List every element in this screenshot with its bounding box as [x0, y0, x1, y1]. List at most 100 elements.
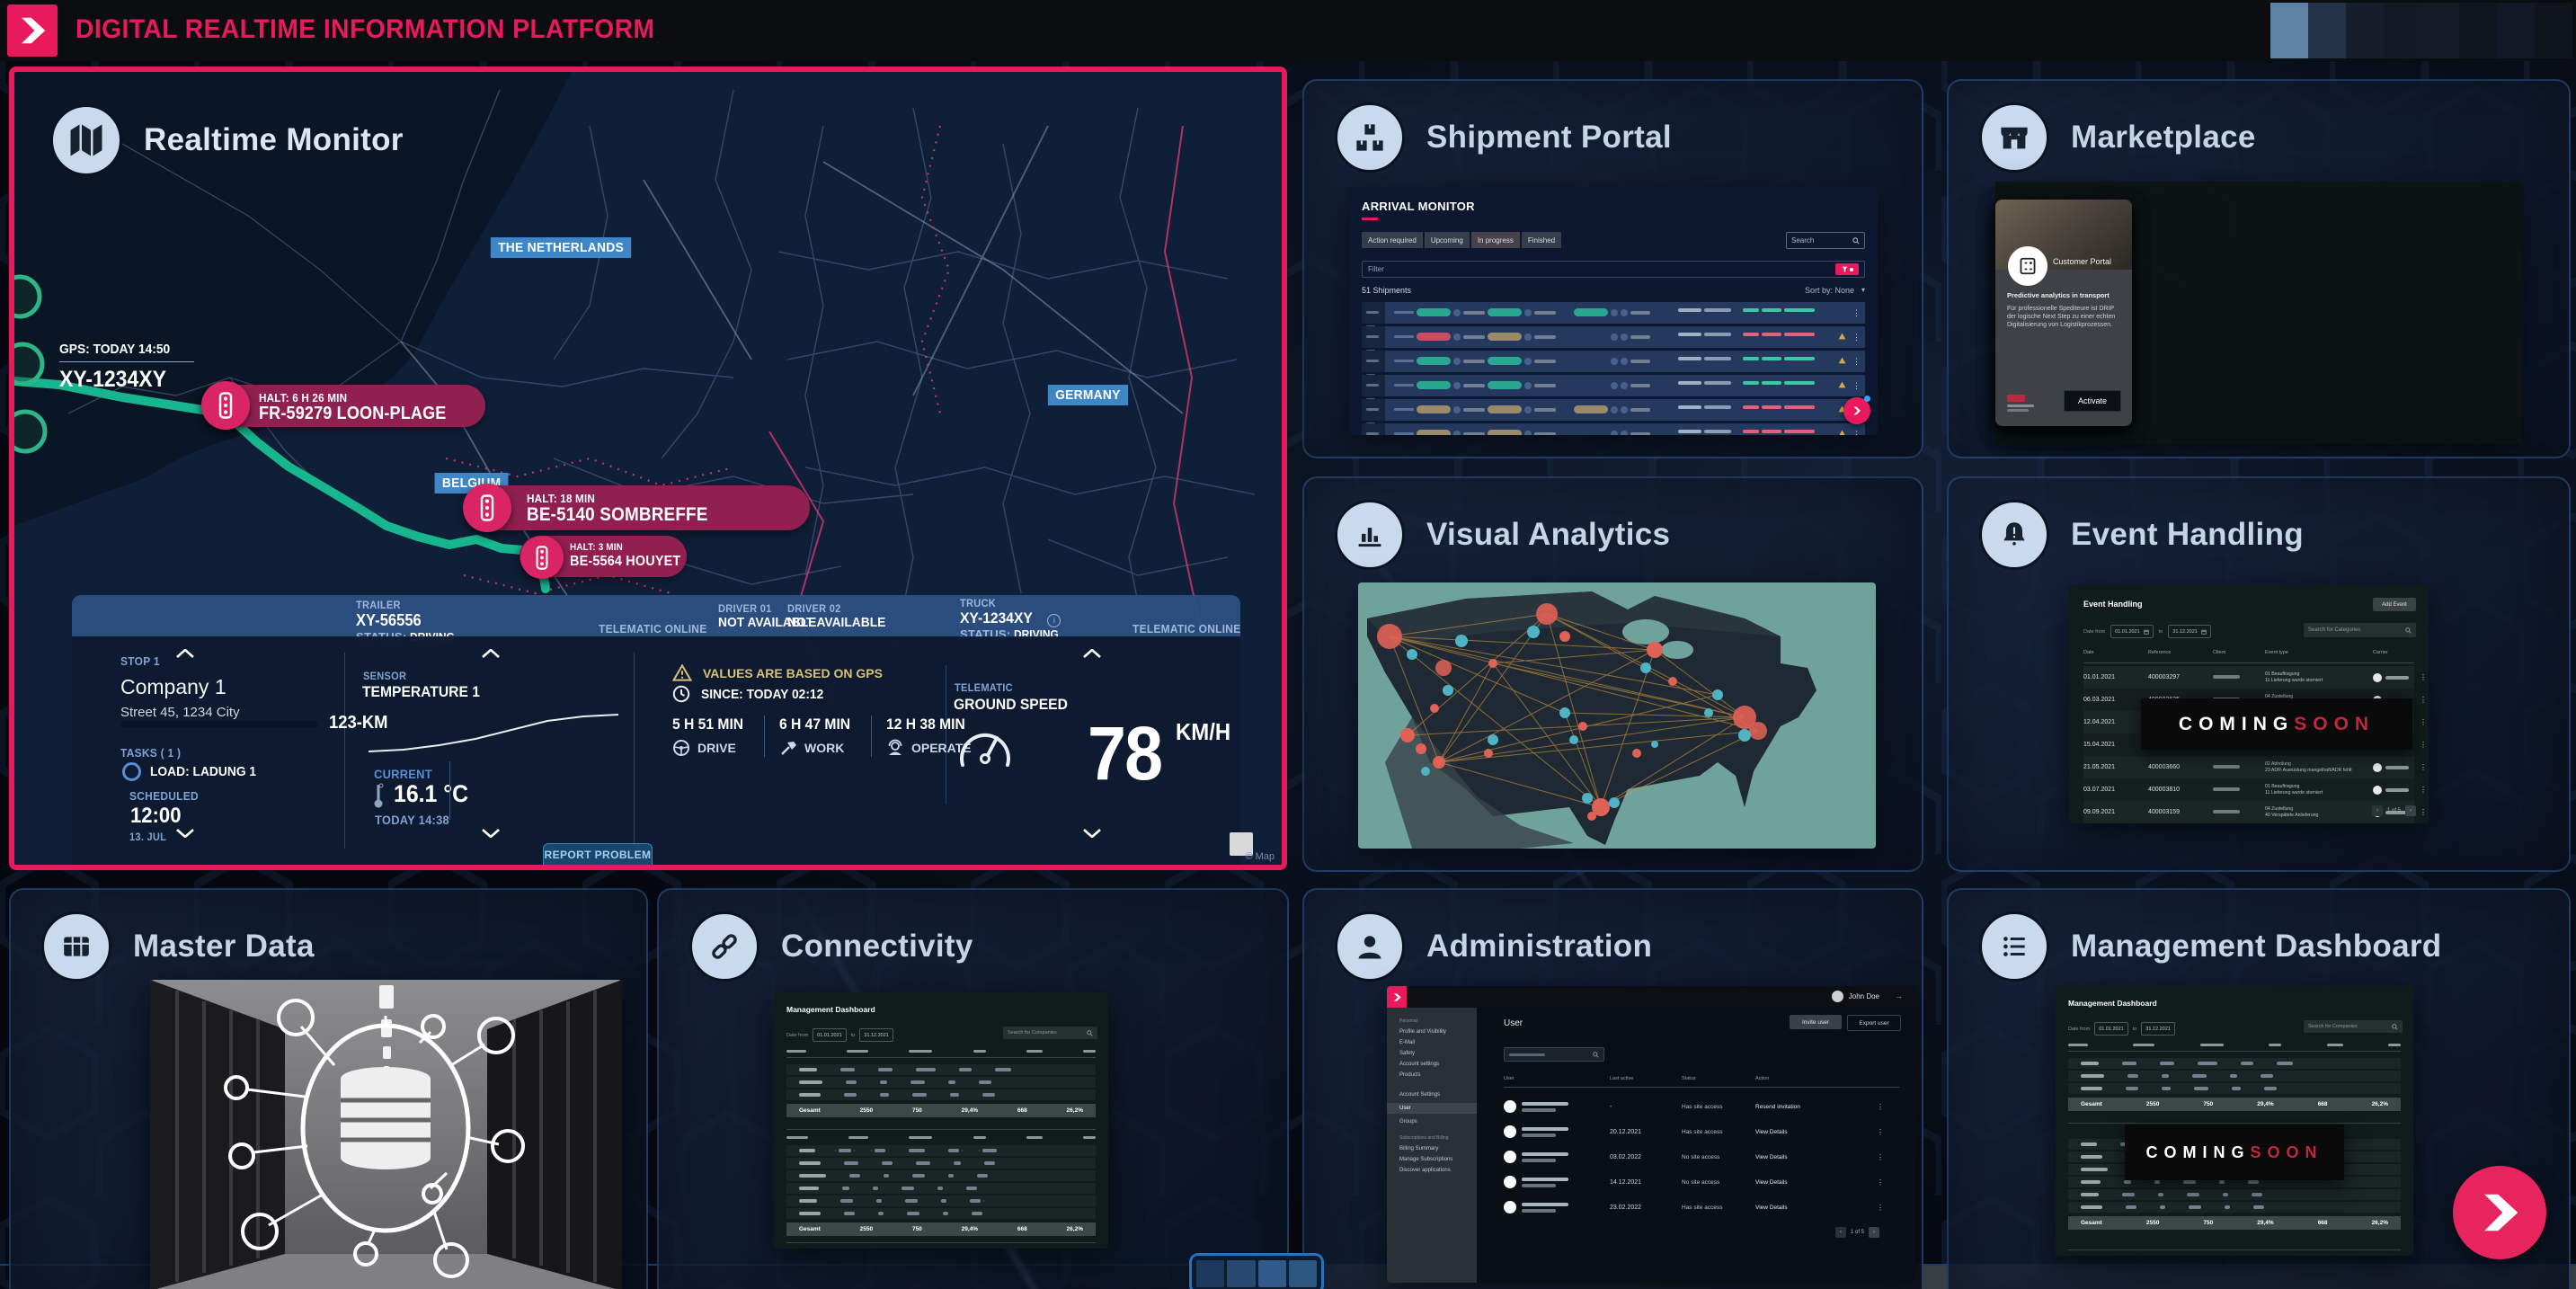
task-row: LOAD: LADUNG 1 — [122, 762, 265, 781]
dock-segment — [1258, 1260, 1286, 1287]
tasks-label: TASKS ( 1 ) — [120, 746, 181, 760]
search-icon — [1593, 1052, 1599, 1058]
chevron-down-icon[interactable] — [1083, 829, 1101, 838]
temperature-chart — [363, 705, 624, 759]
kebab-icon: ⋮ — [2420, 808, 2427, 816]
halt-marker[interactable]: HALT: 18 MIN BE-5140 SOMBREFFE — [464, 485, 810, 530]
checklist-icon — [1979, 911, 2049, 982]
next-page-icon: › — [2405, 805, 2416, 816]
sort-caret-icon: ▾ — [1861, 286, 1865, 294]
event-row: 01.01.2021 400003297 01 Beauftragung 11 … — [2083, 666, 2414, 689]
telematic-status: TELEMATIC ONLINE — [1133, 622, 1240, 636]
telematic-label: TELEMATIC — [955, 681, 1013, 694]
chevron-up-icon[interactable] — [482, 649, 500, 658]
search-icon — [1852, 237, 1860, 244]
company-search: Search for Companies — [2304, 1020, 2403, 1033]
admin-row: 23.02.2022 Has site access View Details … — [1504, 1195, 1899, 1220]
brand-fab[interactable] — [2453, 1166, 2546, 1259]
grid-icon — [41, 911, 111, 982]
distance-progress — [120, 721, 318, 727]
event-screenshot: Event Handling Add Event Date from 01.01… — [2069, 585, 2429, 823]
tile-title: Connectivity — [781, 929, 973, 965]
storefront-icon — [1979, 102, 2049, 173]
dock[interactable] — [1189, 1253, 1324, 1289]
sort-by: Sort by: None — [1805, 286, 1854, 295]
warning-icon — [1838, 357, 1846, 364]
sidebar-item: Safety — [1399, 1051, 1477, 1056]
vehicle-cluster-markers — [14, 277, 45, 451]
bar-chart-icon — [1335, 500, 1405, 570]
chevron-down-icon[interactable] — [176, 829, 194, 838]
tile-title: Shipment Portal — [1426, 120, 1672, 156]
kebab-icon: ⋮ — [1877, 1128, 1895, 1136]
chevron-up-icon[interactable] — [1083, 649, 1101, 658]
mgmt-screenshot: Management Dashboard Date from 01.01.202… — [2056, 986, 2413, 1256]
tile-event-handling[interactable]: Event Handling Event Handling Add Event … — [1947, 476, 2571, 872]
app-title: Event Handling — [2083, 600, 2143, 609]
gps-since-row: SINCE: TODAY 02:12 — [672, 685, 834, 703]
report-problem-button[interactable]: REPORT PROBLEM — [543, 843, 653, 866]
event-row: 21.05.2021 400003660 02 Abholung 23 ADR-… — [2083, 756, 2414, 778]
search-icon — [1087, 1030, 1093, 1036]
chevron-down-icon[interactable] — [482, 829, 500, 838]
dock-segment — [1196, 1260, 1224, 1287]
scheduled-date: 13. JUL — [129, 831, 166, 843]
desktop: DIGITAL REALTIME INFORMATION PLATFORM — [0, 0, 2576, 1289]
tile-title: Management Dashboard — [2071, 929, 2441, 965]
tile-connectivity[interactable]: Connectivity Management Dashboard Date f… — [657, 888, 1289, 1289]
realtime-info-panel: STOP 1 Company 1 Street 45, 1234 City 12… — [72, 636, 1240, 865]
hammer-icon — [779, 739, 797, 757]
header-square — [2459, 3, 2497, 58]
add-event-button: Add Event — [2373, 598, 2416, 611]
info-icon[interactable]: i — [1047, 614, 1061, 627]
traffic-light-icon — [201, 381, 250, 430]
coming-soon-banner: COMINGSOON — [2141, 698, 2412, 750]
gps-warning-row: VALUES ARE BASED ON GPS — [672, 664, 883, 681]
link-icon — [689, 911, 759, 982]
card-name: Customer Portal — [2053, 257, 2111, 266]
brand-logo[interactable] — [7, 4, 58, 57]
warning-icon — [1838, 333, 1846, 340]
sidebar-item: E-Mail — [1399, 1040, 1477, 1045]
sidebar-item: Groups — [1399, 1119, 1477, 1125]
boxes-icon — [1335, 102, 1405, 173]
tile-visual-analytics[interactable]: Visual Analytics — [1302, 476, 1923, 872]
admin-table-header: UserLast activeStatusAction — [1504, 1076, 1899, 1081]
event-row: 09.09.2021 400003159 04 Zustellung 40 Ve… — [2083, 801, 2414, 823]
header-square — [2535, 3, 2572, 58]
activate-button: Activate — [2064, 390, 2121, 412]
marketplace-card: Customer Portal Predictive analytics in … — [1995, 200, 2132, 426]
header-square — [2270, 3, 2308, 58]
stop-address: Street 45, 1234 City — [120, 705, 240, 720]
tile-administration[interactable]: Administration John Doe → Personal Profi… — [1302, 888, 1923, 1289]
calendar-icon — [2201, 629, 2207, 635]
tile-management-dashboard[interactable]: Management Dashboard Management Dashboar… — [1947, 888, 2571, 1289]
prev-page-icon: ‹ — [1835, 1227, 1846, 1238]
tile-realtime-monitor[interactable]: Realtime Monitor GPS: TODAY 14:50 XY-123… — [9, 67, 1287, 870]
dock-segment — [1227, 1260, 1255, 1287]
shipment-search: Search — [1786, 232, 1865, 249]
scheduled-time: 12:00 — [130, 804, 181, 829]
country-label-germany: GERMANY — [1048, 385, 1128, 405]
search-icon — [2405, 627, 2412, 634]
next-page-icon: › — [1869, 1227, 1879, 1238]
tile-marketplace[interactable]: Marketplace Shipment Calculator Predicti… — [1947, 79, 2571, 458]
shipment-tab: In progress — [1471, 232, 1520, 248]
shipment-row: ⋮ — [1362, 399, 1865, 421]
warning-icon — [1838, 430, 1846, 435]
shipment-rows: ⋮ — [1362, 302, 1865, 435]
prev-page-icon: ‹ — [2372, 805, 2383, 816]
kebab-icon: ⋮ — [1852, 430, 1861, 435]
gps-info: GPS: TODAY 14:50 XY-1234XY — [59, 342, 194, 393]
kebab-icon: ⋮ — [2420, 696, 2427, 704]
filter-icon — [1835, 263, 1859, 275]
avatar — [1504, 1201, 1516, 1213]
person-icon — [1335, 911, 1405, 982]
tile-shipment-portal[interactable]: Shipment Portal ARRIVAL MONITOR Action r… — [1302, 79, 1923, 458]
event-table-header: DateReferenceClientEvent typeCarrier — [2083, 650, 2414, 655]
date-filter-row: Date from 01.01.2021 to 31.12.2021 — [2083, 625, 2211, 638]
tile-title: Master Data — [133, 929, 315, 965]
tile-master-data[interactable]: Master Data — [9, 888, 648, 1289]
steering-wheel-icon — [672, 739, 690, 757]
sidebar-item: Products — [1399, 1072, 1477, 1078]
